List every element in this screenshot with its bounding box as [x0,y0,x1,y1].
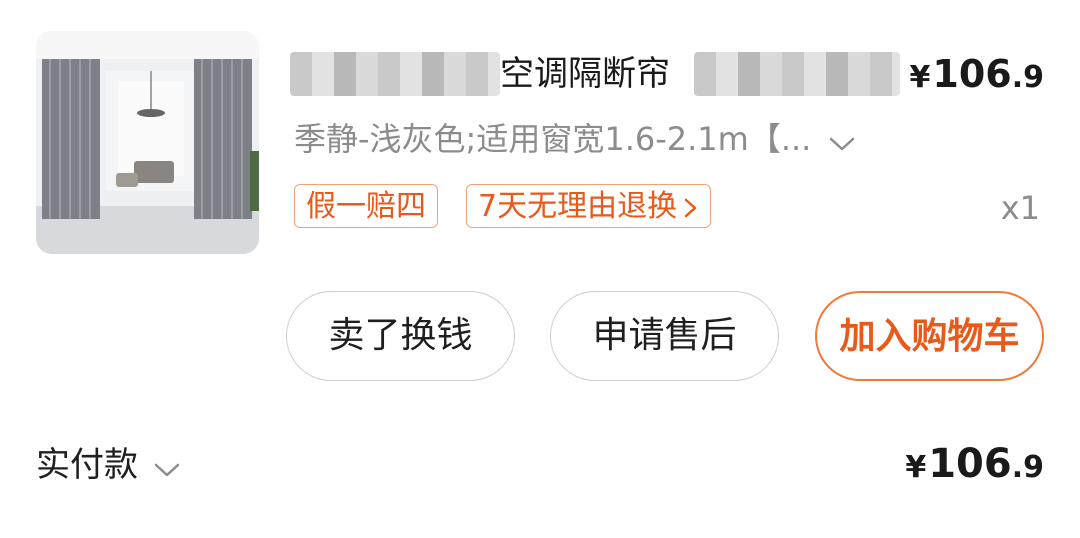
redacted-text [290,52,500,96]
return-policy-tag[interactable]: 7天无理由退换 [466,184,712,228]
after-sale-button[interactable]: 申请售后 [550,291,779,381]
add-to-cart-button[interactable]: 加入购物车 [815,291,1044,381]
product-price: ¥106.9 [910,48,1044,104]
product-thumbnail[interactable] [36,31,259,254]
variant-text: 季静-浅灰色;适用窗宽1.6-2.1m【... [294,120,812,158]
curtain-product-photo-icon [36,31,259,254]
chevron-down-icon [154,442,180,492]
sell-button[interactable]: 卖了换钱 [286,291,515,381]
return-policy-label: 7天无理由退换 [478,189,678,224]
amount-paid-value: ¥106.9 [905,436,1044,496]
amount-paid-toggle[interactable]: 实付款 [36,440,180,492]
guarantee-tag: 假一赔四 [294,184,438,228]
price-integer: 106 [932,52,1012,96]
redacted-text [694,52,900,96]
amount-paid-label: 实付款 [36,445,138,485]
variant-selector[interactable]: 季静-浅灰色;适用窗宽1.6-2.1m【... [294,116,855,164]
price-decimal: .9 [1011,60,1044,95]
chevron-right-icon [677,189,699,224]
currency-symbol: ¥ [909,60,931,95]
price-integer: 106 [928,441,1012,487]
currency-symbol: ¥ [905,450,927,485]
product-title: 空调隔断帘 [500,54,670,94]
quantity: x1 [1000,189,1040,227]
price-decimal: .9 [1011,450,1044,485]
chevron-down-icon [829,118,855,164]
